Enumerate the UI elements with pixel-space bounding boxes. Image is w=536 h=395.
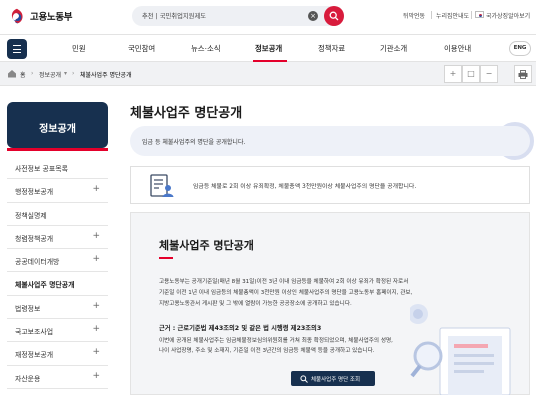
chevron-down-icon[interactable]: ▾	[64, 70, 67, 77]
logo-text: 고용노동부	[30, 12, 73, 23]
search-input[interactable]: 추천 | 국민취업지원제도	[142, 11, 206, 20]
zoom-out-button[interactable]: −	[480, 65, 498, 83]
breadcrumb-home[interactable]: 홈	[20, 70, 26, 79]
search-button[interactable]	[324, 6, 344, 26]
sidebar-item-label: 재정정보공개	[15, 351, 54, 360]
site-logo[interactable]: 고용노동부	[8, 7, 73, 25]
chevron-right-icon: ›	[72, 70, 75, 77]
sidebar-item-label: 정책실명제	[15, 211, 47, 220]
sidebar-title: 정보공개	[39, 124, 76, 135]
panel-title: 체불사업주 명단공개	[159, 239, 254, 252]
plus-icon[interactable]: +	[92, 371, 100, 381]
gnb-item-news[interactable]: 뉴스·소식	[191, 43, 221, 54]
sidebar-item-label: 국고보조사업	[15, 328, 54, 337]
document-user-icon	[150, 174, 174, 197]
paragraph-line: 고용노동부는 공개기준일(매년 8월 31일)이전 3년 이내 임금등을 체불하…	[159, 279, 409, 285]
print-icon	[518, 70, 528, 79]
plus-icon[interactable]: +	[92, 254, 100, 264]
plus-icon[interactable]: +	[92, 347, 100, 357]
search-icon	[329, 11, 339, 21]
clear-icon[interactable]: ×	[308, 11, 318, 21]
menu-line	[13, 48, 21, 50]
sidebar-item-asset[interactable]: 자산운용 +	[7, 366, 108, 389]
paragraph-line: 지방고용노동관서 게시판 및 그 밖에 열람이 가능한 공공장소에 공개하고 있…	[159, 301, 352, 307]
title-accent-bar	[159, 257, 173, 259]
notice-text: 임금등 체불로 2회 이상 유죄확정, 체불총액 3천만원이상 체불사업주의 명…	[193, 184, 417, 190]
reset-zoom-button[interactable]: □	[462, 65, 480, 83]
sidebar-item-label: 행정정보공개	[15, 188, 54, 197]
page-description: 임금 등 체불사업주의 명단을 공개합니다.	[142, 139, 246, 146]
gnb-item-policy[interactable]: 정책자료	[318, 43, 345, 54]
page-description-box: 임금 등 체불사업주의 명단을 공개합니다.	[130, 126, 530, 156]
breadcrumb-item-info[interactable]: 정보공개	[39, 70, 61, 79]
home-icon[interactable]	[7, 69, 17, 78]
lookup-button-label: 체불사업주 명단 조회	[311, 377, 361, 383]
chevron-right-icon: ›	[31, 70, 34, 77]
document-magnifier-illustration	[410, 304, 511, 395]
sidebar-item-integrity[interactable]: 청렴정책공개 +	[7, 226, 108, 250]
zoom-in-button[interactable]: +	[444, 65, 462, 83]
plus-icon[interactable]: +	[92, 184, 100, 194]
search-bar: 추천 | 국민취업지원제도 ×	[132, 6, 344, 26]
util-link-3[interactable]: 국가상징알아보기	[486, 11, 530, 20]
sidebar-item-label: 법령정보	[15, 304, 41, 313]
lookup-list-button[interactable]: 체불사업주 명단 조회	[291, 371, 375, 386]
search-icon	[300, 374, 308, 383]
sidebar-accent-line	[7, 148, 108, 151]
sidebar-item-pre-disclosure[interactable]: 사전정보 공표목록	[7, 156, 108, 180]
breadcrumb: 홈 › 정보공개 ▾ › 체불사업주 명단공개 + □ −	[0, 62, 536, 86]
util-link-2[interactable]: 누리집안내도	[436, 11, 469, 20]
sidebar-item-subsidy[interactable]: 국고보조사업 +	[7, 319, 108, 343]
sidebar-menu: 사전정보 공표목록 행정정보공개 + 정책실명제 청렴정책공개 + 공공데이터개…	[7, 156, 108, 389]
government-emblem-icon	[11, 8, 23, 24]
sidebar-item-policy-name[interactable]: 정책실명제	[7, 203, 108, 226]
menu-line	[13, 45, 21, 47]
util-link-1[interactable]: 뒤막언동	[403, 11, 425, 20]
notice-box: 임금등 체불로 2회 이상 유죄확정, 체불총액 3천만원이상 체불사업주의 명…	[130, 166, 530, 204]
paragraph-line: 기준일 이전 1년 이내 임금등의 체불총액이 3천만원 이상인 체불사업주의 …	[159, 290, 413, 296]
gnb-item-participation[interactable]: 국민참여	[128, 43, 155, 54]
all-menu-button[interactable]	[7, 39, 27, 59]
sidebar-item-label: 체불사업주 명단공개	[15, 281, 75, 290]
gnb-item-about[interactable]: 기관소개	[380, 43, 407, 54]
plus-icon[interactable]: +	[92, 301, 100, 311]
util-divider	[431, 11, 432, 19]
top-header: 고용노동부 추천 | 국민취업지원제도 × 뒤막언동 누리집안내도 국가상징알아…	[0, 0, 536, 34]
plus-icon[interactable]: +	[92, 231, 100, 241]
sidebar-header: 정보공개	[7, 102, 108, 148]
sidebar-item-open-data[interactable]: 공공데이터개방 +	[7, 249, 108, 273]
gnb-item-guide[interactable]: 이용안내	[444, 43, 471, 54]
sidebar-item-finance[interactable]: 재정정보공개 +	[7, 342, 108, 366]
print-button[interactable]	[514, 65, 532, 83]
sidebar-item-wage-arrears[interactable]: 체불사업주 명단공개	[7, 272, 108, 296]
sidebar-item-law-info[interactable]: 법령정보 +	[7, 296, 108, 320]
sidebar-item-label: 청렴정책공개	[15, 234, 54, 243]
sidebar-item-label: 공공데이터개방	[15, 258, 60, 267]
main-navigation: 민원 국민참여 뉴스·소식 정보공개 정책자료 기관소개 이용안내 ENG	[0, 34, 536, 62]
breadcrumb-current: 체불사업주 명단공개	[80, 72, 132, 79]
legal-basis-title: 근거 : 근로기준법 제43조의2 및 같은 법 시행령 제23조의3	[159, 325, 322, 332]
util-divider	[471, 11, 472, 19]
sidebar-item-label: 사전정보 공표목록	[15, 165, 68, 173]
legal-basis-line: 나이 사업장명, 주소 및 소재지, 기준일 이전 3년간의 임금등 체불액 등…	[159, 348, 375, 354]
sidebar-item-label: 자산운용	[15, 374, 41, 383]
gnb-item-civil[interactable]: 민원	[72, 43, 86, 54]
menu-line	[13, 52, 21, 54]
sidebar-item-admin-info[interactable]: 행정정보공개 +	[7, 179, 108, 203]
language-button[interactable]: ENG	[509, 41, 531, 56]
legal-basis-line: 이번에 공개된 체불사업주는 임금체불정보심의위원회를 거쳐 최종 확정되었으며…	[159, 338, 393, 344]
gnb-item-info-disclosure[interactable]: 정보공개	[255, 43, 282, 54]
korean-flag-icon	[475, 11, 484, 18]
plus-icon[interactable]: +	[92, 324, 100, 334]
page-title: 체불사업주 명단공개	[130, 106, 243, 121]
